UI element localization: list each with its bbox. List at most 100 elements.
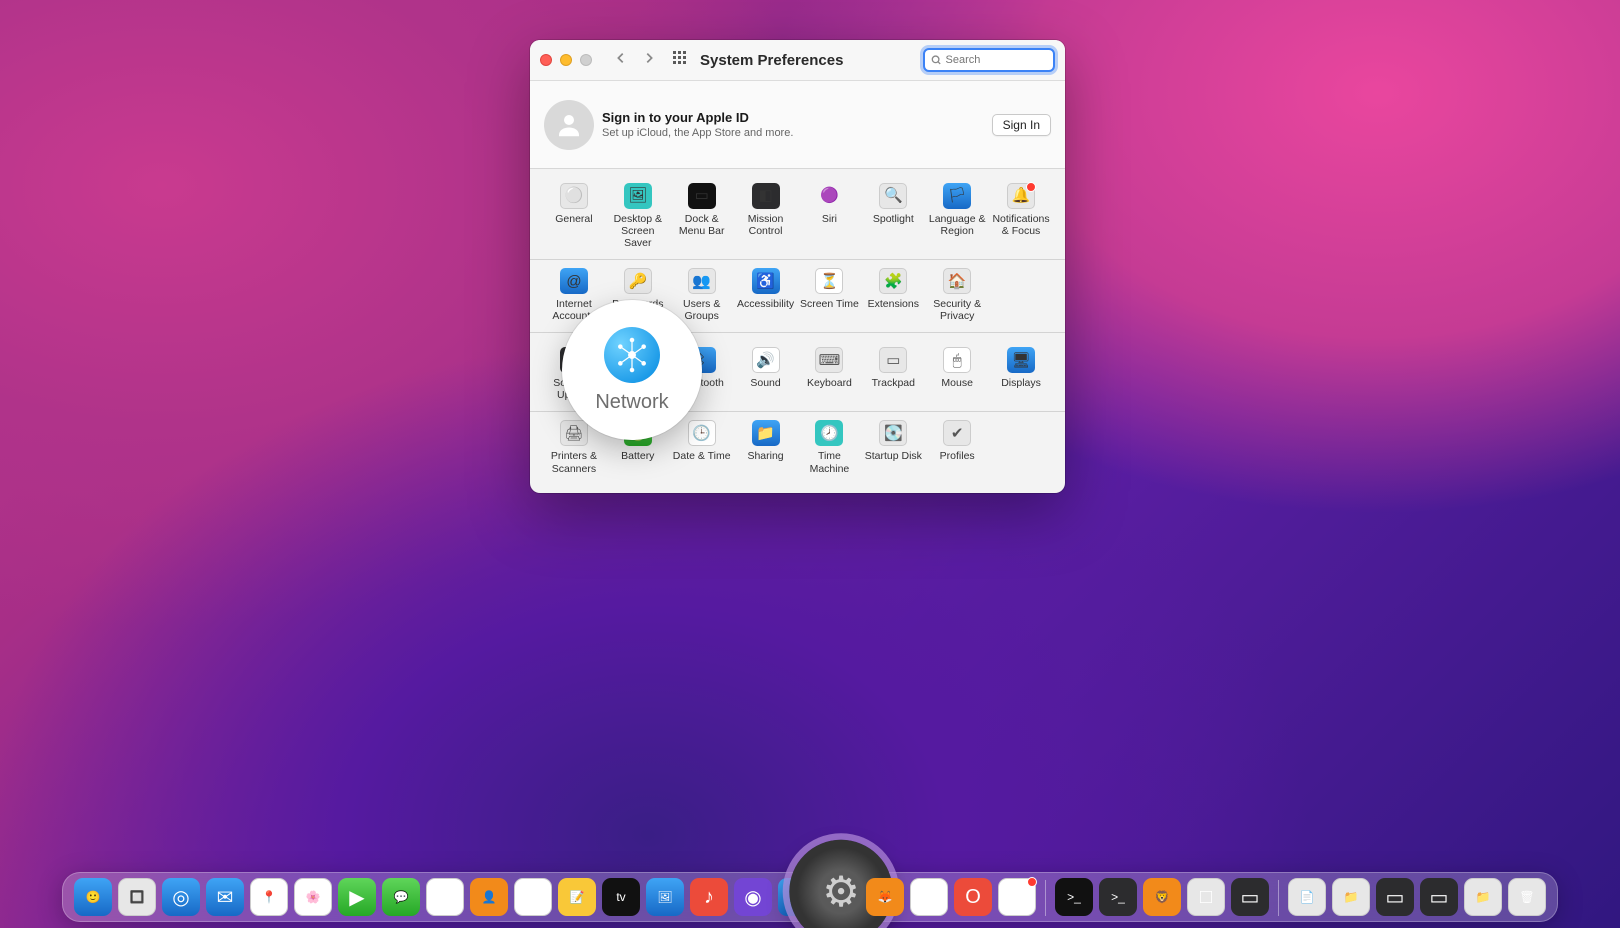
pref-sound[interactable]: 🔊 Sound [734, 347, 798, 401]
dock-chrome[interactable]: ◐ [910, 878, 948, 916]
pref-sharing[interactable]: 📁 Sharing [734, 420, 798, 474]
pref-extensions[interactable]: 🧩Extensions [861, 268, 925, 322]
dock-finder[interactable]: 🙂 [74, 878, 112, 916]
pref-label: Mission Control [736, 213, 796, 237]
dock-screenshot1[interactable]: ▭ [1376, 878, 1414, 916]
dock-screenshot2[interactable]: ▭ [1420, 878, 1458, 916]
language-region-icon: 🏳 [943, 183, 971, 209]
pref-label: Siri [822, 213, 837, 225]
keyboard-icon: ⌨ [815, 347, 843, 373]
pref-label: Sharing [747, 450, 783, 462]
search-field[interactable] [923, 48, 1055, 72]
dock-notes[interactable]: 📝 [558, 878, 596, 916]
pref-mission-control[interactable]: ◧Mission Control [734, 183, 798, 249]
pref-notifications-focus[interactable]: 🔔 Notifications & Focus [989, 183, 1053, 249]
dock-folder2[interactable]: 📁 [1332, 878, 1370, 916]
minimize-button[interactable] [560, 54, 572, 66]
pref-label: Extensions [868, 298, 919, 310]
dock-separator [1045, 880, 1046, 916]
dock-terminal[interactable]: >_ [1055, 878, 1093, 916]
pref-siri[interactable]: 🟣 Siri [798, 183, 862, 249]
dock-monitor[interactable]: ▭ [1231, 878, 1269, 916]
pref-startup-disk[interactable]: 💽Startup Disk [861, 420, 925, 474]
pref-profiles[interactable]: ✔Profiles [925, 420, 989, 474]
spotlight-icon: 🔍 [879, 183, 907, 209]
dock-preview[interactable]: 🖼 [646, 878, 684, 916]
security-privacy-icon: 🏠 [943, 268, 971, 294]
dock-calendar[interactable]: 5 [426, 878, 464, 916]
sharing-icon: 📁 [752, 420, 780, 446]
pref-security-privacy[interactable]: 🏠Security & Privacy [925, 268, 989, 322]
dock-folder1[interactable]: 📄 [1288, 878, 1326, 916]
pref-trackpad[interactable]: ▭Trackpad [861, 347, 925, 401]
dock-opera[interactable]: O [954, 878, 992, 916]
siri-icon: 🟣 [815, 183, 843, 209]
sign-in-button[interactable]: Sign In [992, 114, 1051, 136]
dock-separator [1278, 880, 1279, 916]
dock-podcasts[interactable]: ◉ [734, 878, 772, 916]
apple-id-sub: Set up iCloud, the App Store and more. [602, 127, 793, 139]
pref-label: Dock & Menu Bar [672, 213, 732, 237]
pref-label: General [555, 213, 592, 225]
back-button[interactable] [614, 51, 628, 70]
show-all-button[interactable] [672, 50, 688, 71]
dock-iterm[interactable]: >_ [1099, 878, 1137, 916]
apple-id-heading: Sign in to your Apple ID [602, 110, 793, 125]
notification-badge [1026, 182, 1036, 192]
avatar-icon [544, 100, 594, 150]
dock-reminders[interactable]: ☰ [514, 878, 552, 916]
forward-button[interactable] [642, 51, 656, 70]
dock-trash[interactable]: 🗑 [1508, 878, 1546, 916]
apple-id-text: Sign in to your Apple ID Set up iCloud, … [602, 110, 793, 139]
accessibility-icon: ♿ [752, 268, 780, 294]
dock-menu-bar-icon: ▭ [688, 183, 716, 209]
network-highlight-label: Network [595, 391, 668, 414]
pref-general[interactable]: ⚪General [542, 183, 606, 249]
dock-folder3[interactable]: 📁 [1464, 878, 1502, 916]
desktop: System Preferences Sign in to your Apple… [0, 0, 1620, 928]
sound-icon: 🔊 [752, 347, 780, 373]
close-button[interactable] [540, 54, 552, 66]
pref-spotlight[interactable]: 🔍 Spotlight [861, 183, 925, 249]
search-input[interactable] [946, 54, 1048, 66]
pref-screen-time[interactable]: ⏳Screen Time [798, 268, 862, 322]
pref-desktop-screen-saver[interactable]: 🖼Desktop & Screen Saver [606, 183, 670, 249]
dock-contacts[interactable]: 👤 [470, 878, 508, 916]
dock-slack[interactable]: # [998, 878, 1036, 916]
dock: 🙂🔲◎✉📍🌸▶💬5👤☰📝tv🖼♪◉A⚙🦊◐O#>_>_🦁□▭📄📁▭▭📁🗑 [62, 872, 1558, 922]
pref-users-groups[interactable]: 👥Users & Groups [670, 268, 734, 322]
notifications-focus-icon: 🔔 [1007, 183, 1035, 209]
window-toolbar: System Preferences [530, 40, 1065, 81]
dock-maps[interactable]: 📍 [250, 878, 288, 916]
pref-label: Spotlight [873, 213, 914, 225]
pref-date-time[interactable]: 🕒Date & Time [670, 420, 734, 474]
zoom-button[interactable] [580, 54, 592, 66]
dock-system-preferences[interactable]: ⚙ [820, 876, 862, 918]
dock-music[interactable]: ♪ [690, 878, 728, 916]
pref-time-machine[interactable]: 🕗Time Machine [798, 420, 862, 474]
pref-label: Screen Time [800, 298, 859, 310]
date-time-icon: 🕒 [688, 420, 716, 446]
dock-launchpad[interactable]: 🔲 [118, 878, 156, 916]
pref-label: Sound [750, 377, 780, 389]
pref-label: Notifications & Focus [991, 213, 1051, 237]
pref-dock-menu-bar[interactable]: ▭ Dock & Menu Bar [670, 183, 734, 249]
traffic-lights [540, 54, 592, 66]
dock-firefox[interactable]: 🦊 [866, 878, 904, 916]
displays-icon: 🖥 [1007, 347, 1035, 373]
dock-messages[interactable]: 💬 [382, 878, 420, 916]
pref-displays[interactable]: 🖥Displays [989, 347, 1053, 401]
dock-mail[interactable]: ✉ [206, 878, 244, 916]
pref-keyboard[interactable]: ⌨Keyboard [798, 347, 862, 401]
printers-scanners-icon: 🖨 [560, 420, 588, 446]
pref-language-region[interactable]: 🏳 Language & Region [925, 183, 989, 249]
pref-label: Language & Region [927, 213, 987, 237]
dock-brave[interactable]: 🦁 [1143, 878, 1181, 916]
dock-photos[interactable]: 🌸 [294, 878, 332, 916]
dock-virtualbox[interactable]: □ [1187, 878, 1225, 916]
pref-accessibility[interactable]: ♿Accessibility [734, 268, 798, 322]
pref-mouse[interactable]: 🖱Mouse [925, 347, 989, 401]
dock-facetime[interactable]: ▶ [338, 878, 376, 916]
dock-appletv[interactable]: tv [602, 878, 640, 916]
dock-safari[interactable]: ◎ [162, 878, 200, 916]
